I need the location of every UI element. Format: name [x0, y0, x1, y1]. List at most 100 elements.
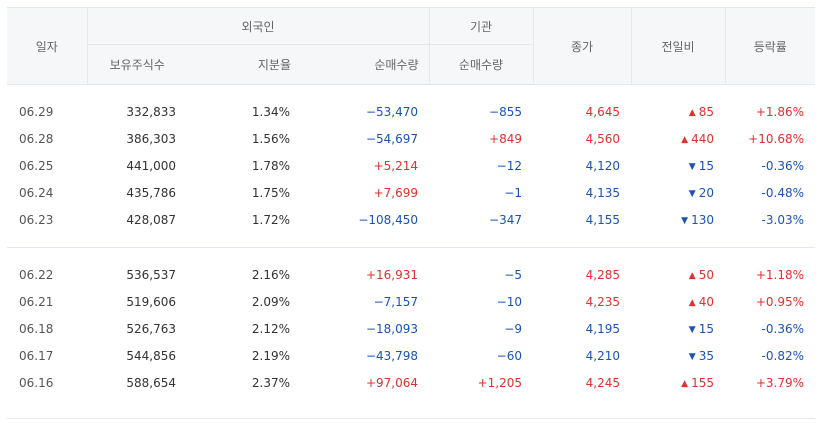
table-header: 일자 외국인 기관 종가 전일비 등락률 보유주식수 지분율 순매수량 순매수량	[7, 7, 815, 85]
table-row: 06.23 428,087 1.72% −108,450 −347 4,155 ▼ 130 -3…	[7, 206, 815, 233]
row-spacer	[7, 85, 815, 99]
change-value: 440	[691, 131, 714, 146]
change-value: 40	[698, 294, 714, 309]
cell-foreign-net: −53,470	[365, 104, 418, 119]
table-row: 06.18 526,763 2.12% −18,093 −9 4,195 ▼ 15 -0.36%	[7, 315, 815, 342]
cell-change: ▼ 130	[631, 206, 725, 233]
cell-institution-net: −855	[489, 104, 522, 119]
cell-change: ▼ 20	[631, 179, 725, 206]
triangle-up-icon: ▲	[688, 107, 696, 118]
header-holdings: 보유주식수	[86, 44, 187, 85]
table-row: 06.16 588,654 2.37% +97,064 +1,205 4,245 ▲ 155 +…	[7, 369, 815, 396]
cell-holdings: 441,000	[126, 158, 176, 173]
cell-date: 06.28	[19, 131, 54, 146]
cell-share-ratio: 1.75%	[251, 185, 290, 200]
cell-rate: -0.82%	[761, 348, 804, 363]
header-foreign: 외국인	[86, 7, 429, 45]
triangle-up-icon: ▲	[688, 270, 696, 281]
header-share-ratio: 지분율	[187, 44, 301, 85]
cell-change: ▲ 50	[631, 261, 725, 288]
table-row: 06.17 544,856 2.19% −43,798 −60 4,210 ▼ 35 -0.82…	[7, 342, 815, 369]
cell-rate: +1.18%	[755, 267, 804, 282]
cell-share-ratio: 1.78%	[251, 158, 290, 173]
cell-rate: -0.36%	[761, 321, 804, 336]
triangle-down-icon: ▼	[688, 161, 696, 172]
cell-date: 06.22	[19, 267, 54, 282]
cell-change: ▲ 440	[631, 125, 725, 152]
change-value: 50	[698, 267, 714, 282]
change-value: 130	[691, 212, 714, 227]
cell-date: 06.29	[19, 104, 54, 119]
cell-close: 4,245	[585, 375, 620, 390]
cell-institution-net: +849	[489, 131, 522, 146]
cell-rate: +1.86%	[755, 104, 804, 119]
triangle-down-icon: ▼	[688, 351, 696, 362]
cell-rate: -0.36%	[761, 158, 804, 173]
cell-date: 06.25	[19, 158, 54, 173]
cell-holdings: 332,833	[126, 104, 176, 119]
cell-change: ▼ 35	[631, 342, 725, 369]
change-value: 85	[698, 104, 714, 119]
cell-share-ratio: 2.09%	[251, 294, 290, 309]
investor-trading-table: 일자 외국인 기관 종가 전일비 등락률 보유주식수 지분율 순매수량 순매수량…	[7, 7, 815, 396]
cell-close: 4,210	[585, 348, 620, 363]
cell-holdings: 526,763	[126, 321, 176, 336]
cell-close: 4,155	[585, 212, 620, 227]
cell-rate: +0.95%	[755, 294, 804, 309]
cell-close: 4,135	[585, 185, 620, 200]
cell-holdings: 386,303	[126, 131, 176, 146]
cell-foreign-net: +7,699	[373, 185, 418, 200]
table-body: 06.29 332,833 1.34% −53,470 −855 4,645 ▲ 85 +1.8…	[7, 85, 815, 397]
header-close: 종가	[532, 7, 631, 85]
cell-date: 06.24	[19, 185, 54, 200]
cell-change: ▼ 15	[631, 315, 725, 342]
cell-institution-net: −347	[489, 212, 522, 227]
cell-foreign-net: −7,157	[373, 294, 418, 309]
triangle-down-icon: ▼	[681, 215, 689, 226]
cell-institution-net: −12	[496, 158, 522, 173]
header-date: 일자	[7, 7, 87, 85]
cell-date: 06.23	[19, 212, 54, 227]
cell-change: ▲ 40	[631, 288, 725, 315]
cell-close: 4,235	[585, 294, 620, 309]
cell-share-ratio: 1.56%	[251, 131, 290, 146]
cell-institution-net: −9	[504, 321, 522, 336]
cell-holdings: 435,786	[126, 185, 176, 200]
cell-close: 4,195	[585, 321, 620, 336]
cell-holdings: 588,654	[126, 375, 176, 390]
cell-rate: +10.68%	[748, 131, 804, 146]
table-row: 06.29 332,833 1.34% −53,470 −855 4,645 ▲ 85 +1.8…	[7, 98, 815, 125]
cell-change: ▲ 155	[631, 369, 725, 396]
cell-close: 4,285	[585, 267, 620, 282]
cell-institution-net: −5	[504, 267, 522, 282]
cell-close: 4,120	[585, 158, 620, 173]
cell-share-ratio: 2.12%	[251, 321, 290, 336]
cell-foreign-net: +16,931	[365, 267, 418, 282]
cell-foreign-net: +97,064	[365, 375, 418, 390]
header-change: 전일비	[630, 7, 725, 85]
cell-share-ratio: 1.72%	[251, 212, 290, 227]
cell-holdings: 544,856	[126, 348, 176, 363]
cell-date: 06.16	[19, 375, 54, 390]
header-institution-net: 순매수량	[428, 44, 533, 85]
cell-institution-net: −60	[496, 348, 522, 363]
cell-foreign-net: +5,214	[373, 158, 418, 173]
cell-change: ▲ 85	[631, 98, 725, 125]
investor-trading-table-container: 일자 외국인 기관 종가 전일비 등락률 보유주식수 지분율 순매수량 순매수량…	[0, 0, 818, 423]
triangle-up-icon: ▲	[688, 297, 696, 308]
change-value: 15	[698, 158, 714, 173]
cell-date: 06.21	[19, 294, 54, 309]
triangle-up-icon: ▲	[681, 134, 689, 145]
cell-institution-net: −10	[496, 294, 522, 309]
header-foreign-net: 순매수량	[301, 44, 429, 85]
cell-share-ratio: 1.34%	[251, 104, 290, 119]
cell-rate: -3.03%	[761, 212, 804, 227]
triangle-down-icon: ▼	[688, 188, 696, 199]
cell-rate: +3.79%	[755, 375, 804, 390]
header-institution: 기관	[428, 7, 533, 45]
cell-holdings: 519,606	[126, 294, 176, 309]
cell-close: 4,560	[585, 131, 620, 146]
cell-foreign-net: −108,450	[358, 212, 418, 227]
cell-institution-net: −1	[504, 185, 522, 200]
row-spacer	[7, 248, 815, 261]
